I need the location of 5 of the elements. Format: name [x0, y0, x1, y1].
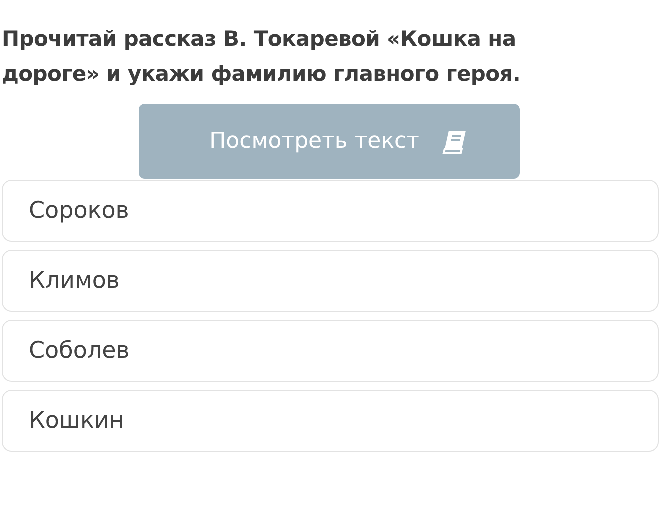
answer-option[interactable]: Сороков — [2, 180, 659, 242]
question-text: Прочитай рассказ В. Токаревой «Кошка на дороге» и укажи фамилию главного героя. — [2, 26, 522, 88]
answer-option[interactable]: Соболев — [2, 320, 659, 382]
answer-option[interactable]: Климов — [2, 250, 659, 312]
answer-option[interactable]: Кошкин — [2, 390, 659, 452]
